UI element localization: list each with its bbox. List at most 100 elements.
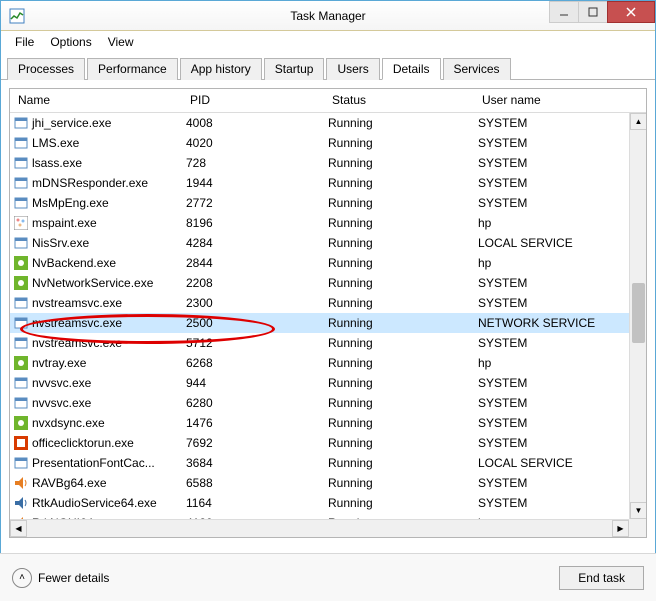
tab-users[interactable]: Users (326, 58, 379, 80)
table-row[interactable]: nvxdsync.exe1476RunningSYSTEM (10, 413, 646, 433)
process-pid: 6268 (182, 356, 324, 370)
process-status: Running (324, 196, 474, 210)
table-row[interactable]: nvstreamsvc.exe5712RunningSYSTEM (10, 333, 646, 353)
process-name: lsass.exe (32, 156, 82, 170)
process-name: nvvsvc.exe (32, 376, 91, 390)
process-user: SYSTEM (474, 176, 646, 190)
app-window-icon (14, 116, 28, 130)
table-row[interactable]: NvBackend.exe2844Runninghp (10, 253, 646, 273)
nvidia-icon (14, 356, 28, 370)
process-status: Running (324, 136, 474, 150)
tab-processes[interactable]: Processes (7, 58, 85, 80)
nvidia-icon (14, 276, 28, 290)
table-row[interactable]: MsMpEng.exe2772RunningSYSTEM (10, 193, 646, 213)
tabstrip: Processes Performance App history Startu… (1, 53, 655, 80)
process-pid: 4008 (182, 116, 324, 130)
minimize-button[interactable] (549, 1, 579, 23)
process-user: LOCAL SERVICE (474, 236, 646, 250)
app-window-icon (14, 336, 28, 350)
fewer-details-button[interactable]: ˄ Fewer details (12, 568, 109, 588)
horizontal-scrollbar[interactable]: ◀ ▶ (10, 519, 629, 537)
table-row[interactable]: mDNSResponder.exe1944RunningSYSTEM (10, 173, 646, 193)
end-task-button[interactable]: End task (559, 566, 644, 590)
column-name[interactable]: Name (10, 89, 182, 112)
process-pid: 2300 (182, 296, 324, 310)
menu-file[interactable]: File (7, 33, 42, 51)
table-row[interactable]: nvvsvc.exe944RunningSYSTEM (10, 373, 646, 393)
app-window-icon (14, 456, 28, 470)
table-row[interactable]: nvvsvc.exe6280RunningSYSTEM (10, 393, 646, 413)
process-name: nvxdsync.exe (32, 416, 105, 430)
column-user[interactable]: User name (474, 89, 646, 112)
window-title: Task Manager (290, 9, 365, 23)
process-status: Running (324, 236, 474, 250)
process-user: SYSTEM (474, 136, 646, 150)
maximize-button[interactable] (578, 1, 608, 23)
tab-services[interactable]: Services (443, 58, 511, 80)
process-name: RtkAudioService64.exe (32, 496, 157, 510)
tab-startup[interactable]: Startup (264, 58, 325, 80)
process-name: mDNSResponder.exe (32, 176, 148, 190)
process-status: Running (324, 336, 474, 350)
column-status[interactable]: Status (324, 89, 474, 112)
close-button[interactable] (607, 1, 655, 23)
table-row[interactable]: mspaint.exe8196Runninghp (10, 213, 646, 233)
process-status: Running (324, 496, 474, 510)
tab-details[interactable]: Details (382, 58, 441, 80)
scroll-down-button[interactable]: ▼ (630, 502, 647, 519)
process-table: Name PID Status User name jhi_service.ex… (9, 88, 647, 538)
scroll-right-button[interactable]: ▶ (612, 520, 629, 537)
process-pid: 2500 (182, 316, 324, 330)
office-icon (14, 436, 28, 450)
process-name: jhi_service.exe (32, 116, 111, 130)
table-row[interactable]: RtkAudioService64.exe1164RunningSYSTEM (10, 493, 646, 513)
process-user: SYSTEM (474, 296, 646, 310)
process-name: RAVBg64.exe (32, 476, 107, 490)
process-user: SYSTEM (474, 116, 646, 130)
process-name: PresentationFontCac... (32, 456, 155, 470)
process-user: hp (474, 356, 646, 370)
process-status: Running (324, 116, 474, 130)
process-user: SYSTEM (474, 276, 646, 290)
process-name: LMS.exe (32, 136, 79, 150)
task-manager-icon (9, 8, 25, 24)
table-row[interactable]: PresentationFontCac...3684RunningLOCAL S… (10, 453, 646, 473)
tab-app-history[interactable]: App history (180, 58, 262, 80)
vertical-scrollbar[interactable]: ▲ ▼ (629, 113, 646, 519)
process-pid: 7692 (182, 436, 324, 450)
process-user: SYSTEM (474, 196, 646, 210)
table-row[interactable]: jhi_service.exe 4008RunningSYSTEM (10, 113, 646, 133)
process-status: Running (324, 256, 474, 270)
process-name: nvstreamsvc.exe (32, 316, 122, 330)
table-row[interactable]: nvtray.exe6268Runninghp (10, 353, 646, 373)
nvidia-icon (14, 256, 28, 270)
column-pid[interactable]: PID (182, 89, 324, 112)
table-row[interactable]: NvNetworkService.exe2208RunningSYSTEM (10, 273, 646, 293)
table-row[interactable]: NisSrv.exe4284RunningLOCAL SERVICE (10, 233, 646, 253)
process-status: Running (324, 356, 474, 370)
app-window-icon (14, 316, 28, 330)
tab-performance[interactable]: Performance (87, 58, 178, 80)
table-row[interactable]: lsass.exe728RunningSYSTEM (10, 153, 646, 173)
process-pid: 2772 (182, 196, 324, 210)
process-status: Running (324, 396, 474, 410)
scroll-thumb[interactable] (632, 283, 645, 343)
table-row[interactable]: RAVBg64.exe6588RunningSYSTEM (10, 473, 646, 493)
table-row[interactable]: nvstreamsvc.exe2300RunningSYSTEM (10, 293, 646, 313)
app-window-icon (14, 296, 28, 310)
table-row[interactable]: nvstreamsvc.exe2500RunningNETWORK SERVIC… (10, 313, 646, 333)
scroll-up-button[interactable]: ▲ (630, 113, 647, 130)
table-row[interactable]: LMS.exe4020RunningSYSTEM (10, 133, 646, 153)
menu-options[interactable]: Options (42, 33, 99, 51)
app-window-icon (14, 196, 28, 210)
app-window-icon (14, 376, 28, 390)
menu-view[interactable]: View (100, 33, 142, 51)
process-name: NvNetworkService.exe (32, 276, 153, 290)
process-user: SYSTEM (474, 476, 646, 490)
fewer-details-label: Fewer details (38, 571, 109, 585)
process-status: Running (324, 456, 474, 470)
process-name: NvBackend.exe (32, 256, 116, 270)
scroll-left-button[interactable]: ◀ (10, 520, 27, 537)
audio-service-icon (14, 496, 28, 510)
table-row[interactable]: officeclicktorun.exe7692RunningSYSTEM (10, 433, 646, 453)
